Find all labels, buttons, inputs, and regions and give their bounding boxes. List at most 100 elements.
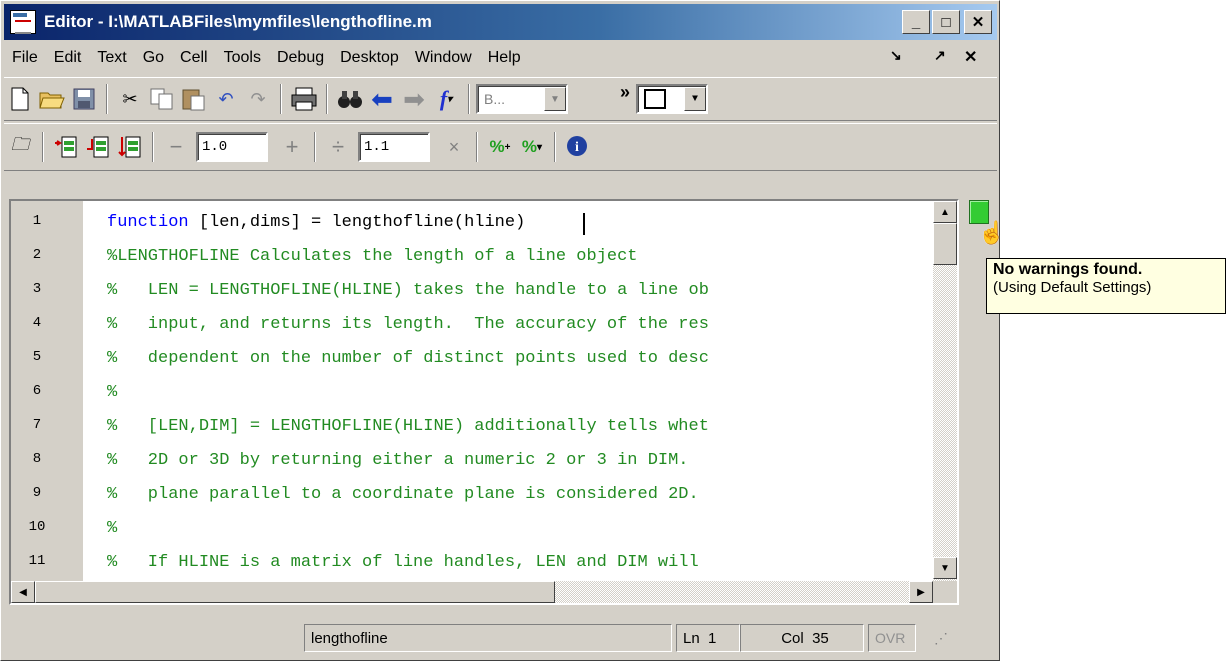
toolbar-overflow-icon[interactable]: » [620,82,630,103]
find-binoculars-icon[interactable] [334,83,366,115]
new-file-icon[interactable] [4,83,36,115]
back-arrow-icon[interactable]: ⬅ [366,83,398,115]
function-icon[interactable]: f ▾ [430,83,462,115]
menu-debug[interactable]: Debug [269,49,332,67]
window-title: Editor - I:\MATLABFiles\mymfiles\lengtho… [44,12,432,31]
close-doc-icon[interactable]: ✕ [964,47,977,67]
ln-label: Ln [683,629,700,647]
divide-button[interactable]: ÷ [322,131,354,163]
menu-tools[interactable]: Tools [216,49,269,67]
stack-dropdown[interactable]: B... ▼ [476,84,568,114]
copy-icon[interactable] [146,83,178,115]
decrement-value-field[interactable]: 1.0 [196,132,268,162]
horizontal-scrollbar[interactable]: ◀ ▶ [11,581,933,603]
editor-app-icon[interactable] [10,10,36,34]
line-number-gutter: 1 2 3 4 5 6 7 8 9 10 11 [11,201,83,581]
line-number: 7 [32,417,42,433]
menu-text[interactable]: Text [89,49,134,67]
menu-file[interactable]: File [4,49,46,67]
line-number: 4 [32,315,42,331]
horizontal-scroll-thumb[interactable] [35,581,555,603]
insert-cell-break-icon[interactable]: % + [484,131,516,163]
eval-file-icon[interactable] [114,131,146,163]
close-button[interactable]: ✕ [964,10,992,34]
comment-line: % LEN = LENGTHOFLINE(HLINE) takes the ha… [107,281,709,300]
cell-break-options-icon[interactable]: % ▾ [516,131,548,163]
eval-advance-icon[interactable] [82,131,114,163]
cell-toolbar: 🗀 − 1.0 + ÷ 1.1 × % + % ▾ i [4,123,997,171]
title-bar[interactable]: Editor - I:\MATLABFiles\mymfiles\lengtho… [4,4,997,40]
separator [314,132,316,162]
separator [554,132,556,162]
line-number: 9 [32,485,42,501]
line-number: 6 [32,383,42,399]
multiply-value-field[interactable]: 1.1 [358,132,430,162]
increment-button[interactable]: + [276,131,308,163]
comment-line: % If HLINE is a matrix of line handles, … [107,553,699,572]
status-bar: lengthofline Ln 1 Col 35 OVR ⋰ [4,621,997,655]
status-line: Ln 1 [676,624,740,652]
separator [152,132,154,162]
tooltip-main-text: No warnings found. [993,261,1143,278]
mlint-tooltip: No warnings found. (Using Default Settin… [986,258,1226,314]
separator [280,84,282,114]
scroll-up-icon[interactable]: ▲ [933,201,957,223]
chevron-down-icon: ▼ [684,87,707,111]
separator [106,84,108,114]
decrement-button[interactable]: − [160,131,192,163]
keyword: function [107,213,189,232]
editor-window: Editor - I:\MATLABFiles\mymfiles\lengtho… [0,0,1000,661]
cell-mode-icon[interactable]: 🗀 [4,131,36,163]
undock-icon[interactable]: ↗ [934,47,946,64]
vertical-scrollbar[interactable]: ▲ ▼ [933,201,957,581]
menu-window[interactable]: Window [407,49,480,67]
forward-arrow-icon[interactable]: ➡ [398,83,430,115]
svg-text:i: i [575,140,579,155]
separator [326,84,328,114]
redo-icon[interactable]: ↷ [242,83,274,115]
menu-edit[interactable]: Edit [46,49,90,67]
comment-line: %LENGTHOFLINE Calculates the length of a… [107,247,638,266]
multiply-button[interactable]: × [438,131,470,163]
line-number: 11 [28,553,46,569]
menu-go[interactable]: Go [135,49,172,67]
dock-icon[interactable]: ↘ [890,47,902,64]
comment-line: % dependent on the number of distinct po… [107,349,709,368]
overwrite-indicator: OVR [868,624,916,652]
paste-icon[interactable] [178,83,210,115]
open-folder-icon[interactable] [36,83,68,115]
scroll-down-icon[interactable]: ▼ [933,557,957,579]
resize-grip-icon[interactable]: ⋰ [934,630,948,647]
print-icon[interactable] [288,83,320,115]
separator [42,132,44,162]
menu-desktop[interactable]: Desktop [332,49,407,67]
cut-icon[interactable]: ✂ [114,83,146,115]
vertical-scroll-thumb[interactable] [933,223,957,265]
comment-line: % [107,383,118,402]
scroll-left-icon[interactable]: ◀ [11,581,35,603]
comment-line: % [LEN,DIM] = LENGTHOFLINE(HLINE) additi… [107,417,709,436]
info-icon[interactable]: i [562,131,594,163]
layout-dropdown[interactable]: ▼ [636,84,709,114]
comment-line: % 2D or 3D by returning either a numeric… [107,451,689,470]
code-editor[interactable]: 1 2 3 4 5 6 7 8 9 10 11 function [len,di… [9,199,959,605]
line-number: 2 [32,247,42,263]
undo-icon[interactable]: ↶ [210,83,242,115]
separator [476,132,478,162]
maximize-button[interactable]: □ [932,10,960,34]
code-text-area[interactable]: function [len,dims] = lengthofline(hline… [83,201,933,581]
line-number: 1 [32,213,42,229]
minimize-button[interactable]: _ [902,10,930,34]
stack-value: B... [484,91,506,107]
menu-help[interactable]: Help [480,49,529,67]
eval-cell-icon[interactable] [50,131,82,163]
text-caret [583,213,585,235]
save-icon[interactable] [68,83,100,115]
ln-value: 1 [708,629,717,647]
line-number: 5 [32,349,42,365]
menu-cell[interactable]: Cell [172,49,216,67]
scroll-right-icon[interactable]: ▶ [909,581,933,603]
status-function-name: lengthofline [304,624,672,652]
line-number: 3 [32,281,42,297]
code-line: function [len,dims] = lengthofline(hline… [107,213,525,232]
